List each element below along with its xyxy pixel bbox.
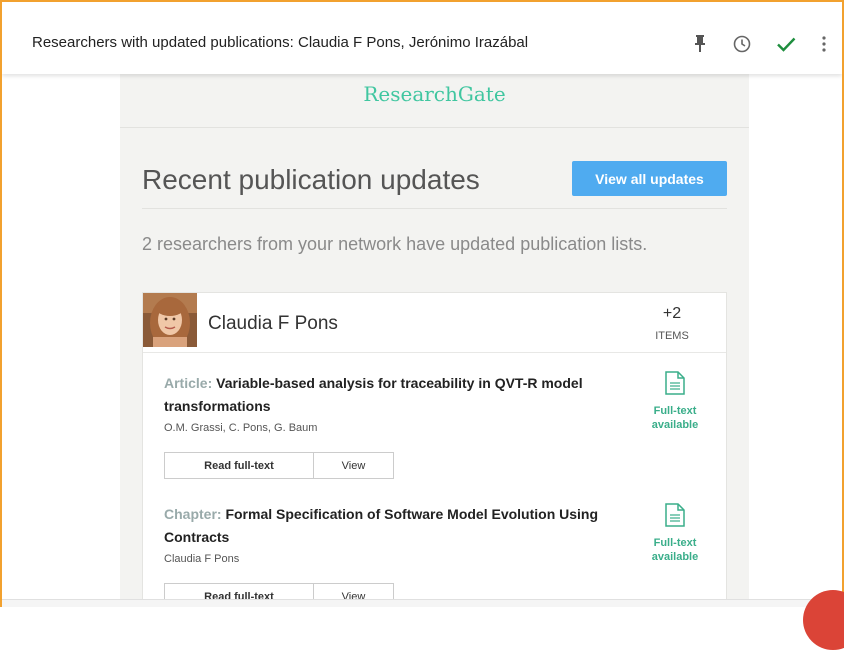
publication-authors: O.M. Grassi, C. Pons, G. Baum xyxy=(164,422,318,434)
publication-authors: Claudia F Pons xyxy=(164,553,240,565)
publication-title-line[interactable]: Chapter: Formal Specification of Softwar… xyxy=(164,503,634,549)
view-button[interactable]: View xyxy=(314,453,393,478)
item-count: +2 xyxy=(662,305,682,322)
fulltext-indicator[interactable]: Full-text available xyxy=(630,371,720,432)
fulltext-label-line1: Full-text xyxy=(653,405,697,417)
email-subject: Researchers with updated publications: C… xyxy=(32,34,529,51)
section-headline: Recent publication updates xyxy=(142,164,480,195)
publication-type: Chapter: xyxy=(164,506,222,522)
bottom-bar xyxy=(2,599,842,607)
check-icon[interactable] xyxy=(774,32,798,56)
brand-logo[interactable]: ResearchGate xyxy=(120,82,749,106)
fulltext-indicator[interactable]: Full-text available xyxy=(630,503,720,564)
publication-item: Chapter: Formal Specification of Softwar… xyxy=(164,503,634,565)
message-header: Researchers with updated publications: C… xyxy=(2,2,842,74)
researcher-card: Claudia F Pons +2 ITEMS Article: Variabl… xyxy=(142,292,727,607)
publication-title[interactable]: Variable-based analysis for traceability… xyxy=(164,375,583,414)
document-icon xyxy=(665,371,685,395)
publication-title-line[interactable]: Article: Variable-based analysis for tra… xyxy=(164,372,634,418)
fulltext-label-line2: available xyxy=(651,419,699,431)
researcher-card-header: Claudia F Pons +2 ITEMS xyxy=(143,293,726,353)
publication-type: Article: xyxy=(164,375,213,391)
researcher-name[interactable]: Claudia F Pons xyxy=(208,313,338,335)
more-vert-icon[interactable] xyxy=(812,32,836,56)
pin-icon[interactable] xyxy=(688,32,712,56)
clock-icon[interactable] xyxy=(730,32,754,56)
brand-header: ResearchGate xyxy=(120,74,749,128)
publication-title[interactable]: Formal Specification of Software Model E… xyxy=(164,506,598,545)
view-all-updates-button[interactable]: View all updates xyxy=(572,161,727,196)
publication-item: Article: Variable-based analysis for tra… xyxy=(164,372,634,434)
avatar[interactable] xyxy=(143,293,197,347)
email-view-frame: Researchers with updated publications: C… xyxy=(0,0,844,607)
email-body: ResearchGate Recent publication updates … xyxy=(120,74,749,607)
network-update-text: 2 researchers from your network have upd… xyxy=(142,234,648,254)
fulltext-label-line2: available xyxy=(651,551,699,563)
divider xyxy=(142,208,727,209)
read-full-text-button[interactable]: Read full-text xyxy=(165,453,314,478)
document-icon xyxy=(665,503,685,527)
publication-actions: Read full-text View xyxy=(164,452,394,479)
fulltext-label-line1: Full-text xyxy=(653,537,697,549)
item-count-label: ITEMS xyxy=(655,330,689,342)
